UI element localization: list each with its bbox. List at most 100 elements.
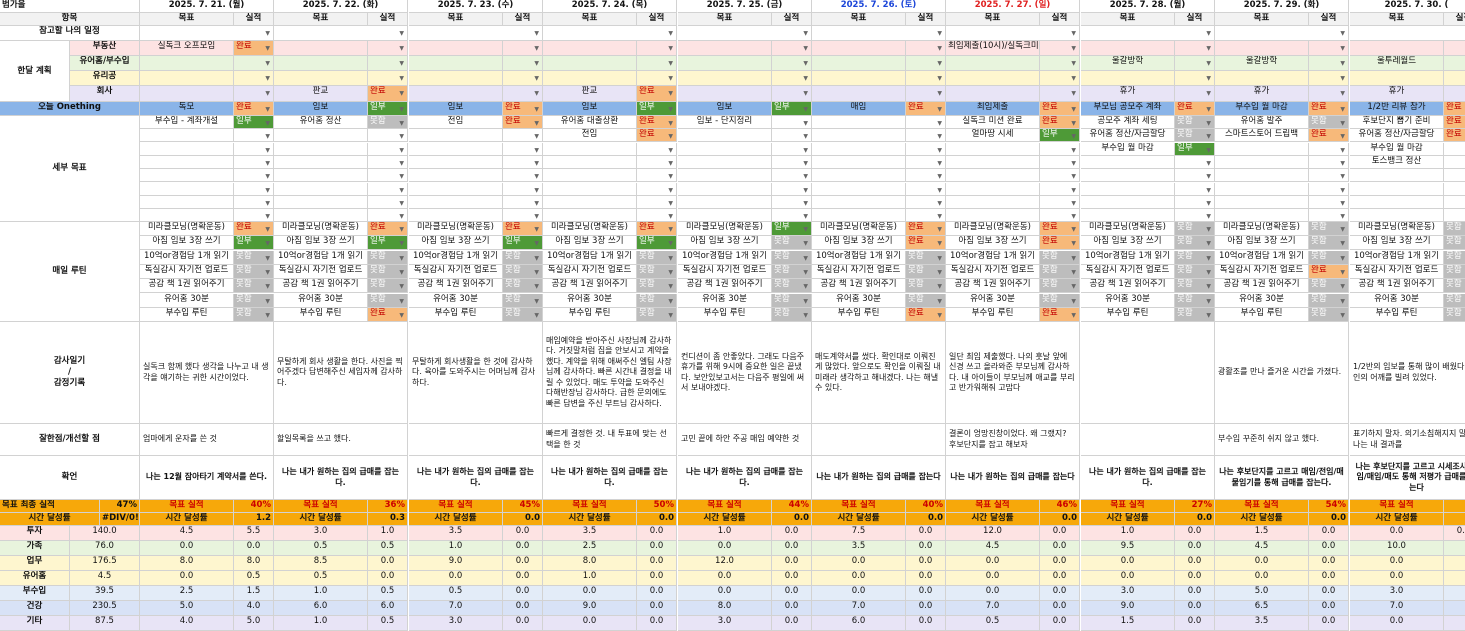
- plan-goal-cell[interactable]: [140, 71, 234, 86]
- detail-status[interactable]: 일부 ▼: [1175, 143, 1215, 156]
- category-done[interactable]: 0.0: [503, 541, 543, 556]
- detail-goal[interactable]: 공모주 계좌 세팅: [1081, 116, 1175, 129]
- routine-status[interactable]: 못함▼: [1175, 251, 1215, 265]
- chevron-down-icon[interactable]: ▼: [1071, 211, 1076, 221]
- detail-goal[interactable]: 스마트스토어 드립백: [1215, 129, 1309, 142]
- affirm-entry[interactable]: 나는 내가 원하는 집의 급매를 잡는다.: [274, 456, 408, 500]
- chevron-down-icon[interactable]: ▼: [937, 58, 942, 69]
- chevron-down-icon[interactable]: ▼: [1206, 224, 1211, 235]
- chevron-down-icon[interactable]: ▼: [668, 211, 673, 221]
- category-goal[interactable]: 0.0: [1350, 556, 1444, 571]
- chevron-down-icon[interactable]: ▼: [1340, 158, 1345, 168]
- routine-status[interactable]: 못함▼: [637, 279, 677, 293]
- plan-goal-cell[interactable]: [946, 71, 1040, 86]
- detail-status[interactable]: ▼: [1444, 156, 1465, 169]
- detail-status[interactable]: 완료▼: [637, 116, 677, 129]
- detail-goal[interactable]: [678, 169, 772, 182]
- detail-status[interactable]: ▼: [1040, 169, 1080, 182]
- gratitude-entry[interactable]: 광활조를 만나 즐거운 시간을 가졌다.: [1215, 322, 1349, 424]
- chevron-down-icon[interactable]: ▼: [1071, 58, 1076, 69]
- routine-status[interactable]: 못함▼: [234, 308, 274, 322]
- category-goal[interactable]: 3.0: [1081, 586, 1175, 601]
- plan-status-cell[interactable]: ▼: [503, 71, 543, 86]
- detail-goal[interactable]: [1215, 169, 1309, 182]
- category-done[interactable]: 0.0: [1309, 601, 1349, 616]
- chevron-down-icon[interactable]: ▼: [265, 238, 270, 249]
- chevron-down-icon[interactable]: ▼: [937, 145, 942, 155]
- detail-status[interactable]: 못함 ▼: [1175, 129, 1215, 142]
- detail-goal[interactable]: 임보 - 단지정리: [678, 116, 772, 129]
- detail-status[interactable]: ▼: [234, 209, 274, 222]
- category-done[interactable]: 0.0: [1309, 571, 1349, 586]
- detail-status[interactable]: ▼: [1040, 196, 1080, 209]
- chevron-down-icon[interactable]: ▼: [1071, 296, 1076, 307]
- detail-status[interactable]: ▼: [1444, 143, 1465, 156]
- detail-status[interactable]: ▼: [772, 169, 812, 182]
- onething-goal[interactable]: 최임제출: [946, 102, 1040, 116]
- detail-goal[interactable]: [543, 169, 637, 182]
- chevron-down-icon[interactable]: ▼: [803, 198, 808, 208]
- detail-status[interactable]: 완료▼: [1444, 116, 1465, 129]
- chevron-down-icon[interactable]: ▼: [803, 145, 808, 155]
- plan-status-cell[interactable]: ▼: [234, 86, 274, 102]
- category-done[interactable]: 0.0: [772, 586, 812, 601]
- category-goal[interactable]: 9.0: [543, 601, 637, 616]
- plan-status-cell[interactable]: ▼: [1444, 71, 1465, 86]
- routine-status[interactable]: 못함▼: [1444, 265, 1465, 279]
- plan-goal-cell[interactable]: [274, 41, 368, 56]
- detail-status[interactable]: ▼: [234, 129, 274, 142]
- routine-status[interactable]: 못함▼: [906, 294, 946, 308]
- chevron-down-icon[interactable]: ▼: [1340, 224, 1345, 235]
- chevron-down-icon[interactable]: ▼: [1340, 238, 1345, 249]
- detail-goal[interactable]: [678, 129, 772, 142]
- plan-status-cell[interactable]: ▼: [1175, 71, 1215, 86]
- category-done[interactable]: 0.0: [1309, 586, 1349, 601]
- category-done[interactable]: 0.5: [368, 616, 408, 631]
- affirm-entry[interactable]: 나는 내가 원하는 집의 급매를 잡는다: [946, 456, 1080, 500]
- routine-status[interactable]: 못함▼: [772, 236, 812, 250]
- category-goal[interactable]: 4.0: [140, 616, 234, 631]
- chevron-down-icon[interactable]: ▼: [399, 224, 404, 235]
- routine-status[interactable]: 못함▼: [772, 251, 812, 265]
- onething-goal[interactable]: 1/2반 리뷰 참가: [1350, 102, 1444, 116]
- chevron-down-icon[interactable]: ▼: [1206, 104, 1211, 115]
- plan-goal-cell[interactable]: [409, 86, 503, 102]
- chevron-down-icon[interactable]: ▼: [1340, 310, 1345, 321]
- plan-status-cell[interactable]: ▼: [368, 56, 408, 71]
- detail-goal[interactable]: [543, 156, 637, 169]
- detail-goal[interactable]: 유어홈 대출상환: [543, 116, 637, 129]
- chevron-down-icon[interactable]: ▼: [534, 238, 539, 249]
- plan-goal-cell[interactable]: 실독크 오프모임: [140, 41, 234, 56]
- category-goal[interactable]: 1.0: [678, 526, 772, 541]
- category-done[interactable]: [1444, 571, 1465, 586]
- category-goal[interactable]: 0.0: [812, 556, 906, 571]
- detail-status[interactable]: 완료▼: [1309, 129, 1349, 142]
- chevron-down-icon[interactable]: ▼: [937, 253, 942, 264]
- schedule-cell[interactable]: ▼: [678, 26, 812, 41]
- plan-goal-cell[interactable]: 휴가: [1215, 86, 1309, 102]
- detail-goal[interactable]: 후보단지 뽑기 준비: [1350, 116, 1444, 129]
- category-done[interactable]: 0.0: [906, 556, 946, 571]
- category-done[interactable]: 0.0: [906, 616, 946, 631]
- chevron-down-icon[interactable]: ▼: [534, 104, 539, 115]
- routine-status[interactable]: 못함▼: [234, 265, 274, 279]
- chevron-down-icon[interactable]: ▼: [803, 267, 808, 278]
- chevron-down-icon[interactable]: ▼: [534, 267, 539, 278]
- routine-status[interactable]: 못함▼: [637, 251, 677, 265]
- routine-status[interactable]: 완료 ▼: [906, 236, 946, 250]
- category-goal[interactable]: 4.5: [1215, 541, 1309, 556]
- detail-status[interactable]: ▼: [637, 169, 677, 182]
- chevron-down-icon[interactable]: ▼: [803, 310, 808, 321]
- category-done[interactable]: 0.0: [1175, 556, 1215, 571]
- review-entry[interactable]: 결론이 엉망진창이었다. 왜 그랬지? 후보단지를 잡고 해보자: [946, 424, 1080, 456]
- chevron-down-icon[interactable]: ▼: [668, 145, 673, 155]
- chevron-down-icon[interactable]: ▼: [399, 238, 404, 249]
- plan-status-cell[interactable]: 완료 ▼: [637, 86, 677, 102]
- chevron-down-icon[interactable]: ▼: [1206, 198, 1211, 208]
- chevron-down-icon[interactable]: ▼: [1071, 145, 1076, 155]
- chevron-down-icon[interactable]: ▼: [399, 131, 404, 141]
- chevron-down-icon[interactable]: ▼: [399, 73, 404, 84]
- chevron-down-icon[interactable]: ▼: [1206, 118, 1211, 128]
- plan-status-cell[interactable]: ▼: [1040, 86, 1080, 102]
- detail-status[interactable]: ▼: [368, 183, 408, 196]
